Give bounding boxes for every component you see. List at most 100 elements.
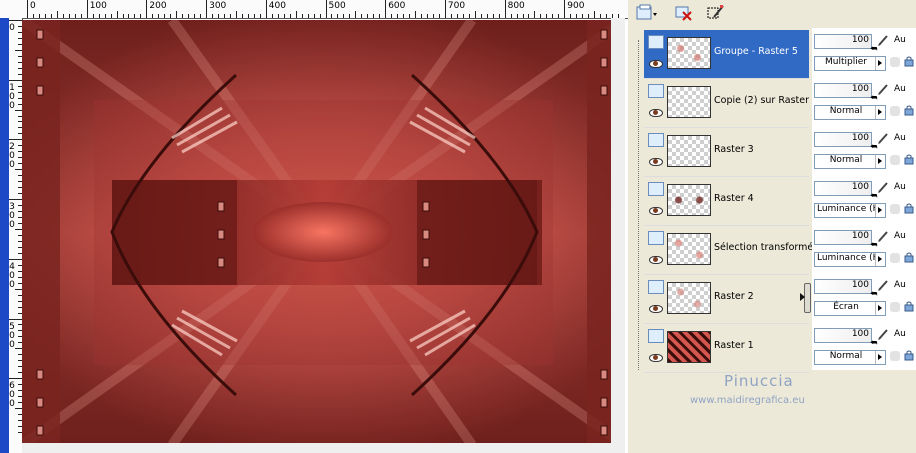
pen-icon[interactable] <box>877 83 889 96</box>
visibility-eye-icon[interactable] <box>649 256 663 264</box>
opacity-field[interactable]: 100 <box>814 279 872 294</box>
link-icon[interactable] <box>890 106 900 116</box>
lock-label: Au <box>894 133 906 143</box>
opacity-field[interactable]: 100 <box>814 230 872 245</box>
visibility-eye-icon[interactable] <box>649 109 663 117</box>
layer-property-row: 100 ⮪ Au Multiplier <box>812 30 916 78</box>
ruler-minor-tick <box>492 14 494 18</box>
pen-icon[interactable] <box>877 181 889 194</box>
horizontal-ruler: 0 100 200 300 400 500 600 700 800 900 <box>0 0 628 19</box>
visibility-eye-icon[interactable] <box>649 305 663 313</box>
ruler-tick <box>385 0 387 18</box>
link-icon[interactable] <box>890 57 900 67</box>
blend-mode-select[interactable]: Normal <box>814 350 886 365</box>
lock-icon[interactable] <box>904 154 914 165</box>
ruler-minor-tick <box>415 11 417 18</box>
expand-arrow-icon[interactable] <box>800 293 805 301</box>
layer-row[interactable]: Raster 4 <box>644 177 809 226</box>
ruler-minor-tick <box>218 14 220 18</box>
dropdown-arrow-icon[interactable] <box>875 155 885 168</box>
canvas-image[interactable] <box>22 20 625 445</box>
ruler-minor-tick <box>241 14 243 18</box>
edit-mask-icon[interactable] <box>706 3 726 23</box>
lock-icon[interactable] <box>904 105 914 116</box>
dropdown-arrow-icon[interactable] <box>875 106 885 119</box>
pen-icon[interactable] <box>877 279 889 292</box>
opacity-field[interactable]: 100 <box>814 181 872 196</box>
dropdown-arrow-icon[interactable] <box>875 351 885 364</box>
panel-divider[interactable] <box>800 28 811 370</box>
ruler-minor-tick <box>480 14 482 18</box>
opacity-value: 100 <box>851 182 869 192</box>
blend-mode-select[interactable]: Luminance (H) <box>814 252 886 267</box>
ruler-minor-tick <box>397 14 399 18</box>
dropdown-arrow-icon[interactable] <box>875 253 885 266</box>
ruler-minor-tick <box>152 14 154 18</box>
ruler-minor-tick <box>277 14 279 18</box>
blend-mode-select[interactable]: Écran <box>814 301 886 316</box>
ruler-minor-tick <box>15 288 22 290</box>
layer-row[interactable]: Sélection transformée <box>644 226 819 275</box>
ruler-label: 100 <box>89 1 107 11</box>
opacity-field[interactable]: 100 <box>814 34 872 49</box>
dropdown-arrow-icon[interactable] <box>875 57 885 70</box>
lock-icon[interactable] <box>904 252 914 263</box>
ruler-minor-tick <box>355 11 357 18</box>
ruler-minor-tick <box>247 14 249 18</box>
blend-mode-select[interactable]: Multiplier <box>814 56 886 71</box>
opacity-field[interactable]: 100 <box>814 328 872 343</box>
layer-property-row: 100 ⮪ Au Normal <box>812 79 916 127</box>
opacity-field[interactable]: 100 <box>814 83 872 98</box>
layer-name: Raster 2 <box>714 291 754 302</box>
layer-row[interactable]: Raster 3 <box>644 128 809 177</box>
lock-icon[interactable] <box>904 203 914 214</box>
lock-icon[interactable] <box>904 301 914 312</box>
blend-mode-select[interactable]: Normal <box>814 105 886 120</box>
ruler-minor-tick <box>68 14 70 18</box>
blend-mode-select[interactable]: Luminance (H) <box>814 203 886 218</box>
ruler-minor-tick <box>15 348 22 350</box>
layer-row[interactable]: Raster 2 <box>644 275 809 324</box>
link-icon[interactable] <box>890 302 900 312</box>
delete-layer-icon[interactable] <box>674 3 694 23</box>
visibility-eye-icon[interactable] <box>649 354 663 362</box>
ruler-label: 400 <box>268 1 286 11</box>
new-layer-icon[interactable] <box>635 3 657 23</box>
raster-layer-icon <box>648 35 664 49</box>
visibility-eye-icon[interactable] <box>649 207 663 215</box>
ruler-minor-tick <box>319 14 321 18</box>
pen-icon[interactable] <box>877 230 889 243</box>
ruler-minor-tick <box>367 14 369 18</box>
horizontal-scrollbar[interactable] <box>22 443 625 453</box>
blend-mode-select[interactable]: Normal <box>814 154 886 169</box>
visibility-eye-icon[interactable] <box>649 158 663 166</box>
ruler-minor-tick <box>498 14 500 18</box>
pen-icon[interactable] <box>877 132 889 145</box>
link-icon[interactable] <box>890 204 900 214</box>
ruler-minor-tick <box>229 14 231 18</box>
dropdown-arrow-icon[interactable] <box>875 204 885 217</box>
link-icon[interactable] <box>890 155 900 165</box>
layer-row[interactable]: Copie (2) sur Raster 3 <box>644 79 818 128</box>
layer-properties-column: 100 ⮪ Au Multiplier 100 ⮪ Au Normal 100 ⮪ Au Normal… <box>812 28 916 370</box>
opacity-value: 100 <box>851 35 869 45</box>
opacity-field[interactable]: 100 <box>814 132 872 147</box>
visibility-eye-icon[interactable] <box>649 60 663 68</box>
dropdown-arrow-icon[interactable] <box>875 302 885 315</box>
ruler-minor-tick <box>170 14 172 18</box>
pen-icon[interactable] <box>877 34 889 47</box>
link-icon[interactable] <box>890 351 900 361</box>
lock-icon[interactable] <box>904 56 914 67</box>
link-icon[interactable] <box>890 253 900 263</box>
ruler-minor-tick <box>552 14 554 18</box>
layer-row[interactable]: Raster 1 <box>644 324 809 373</box>
lock-label: Au <box>894 35 906 45</box>
layer-row[interactable]: Groupe - Raster 5 <box>644 30 809 79</box>
lock-icon[interactable] <box>904 350 914 361</box>
divider-handle[interactable] <box>804 283 811 313</box>
ruler-minor-tick <box>349 14 351 18</box>
vertical-scrollbar[interactable] <box>611 18 625 444</box>
ruler-minor-tick <box>295 11 297 18</box>
pen-icon[interactable] <box>877 328 889 341</box>
layer-thumbnail <box>667 233 711 265</box>
